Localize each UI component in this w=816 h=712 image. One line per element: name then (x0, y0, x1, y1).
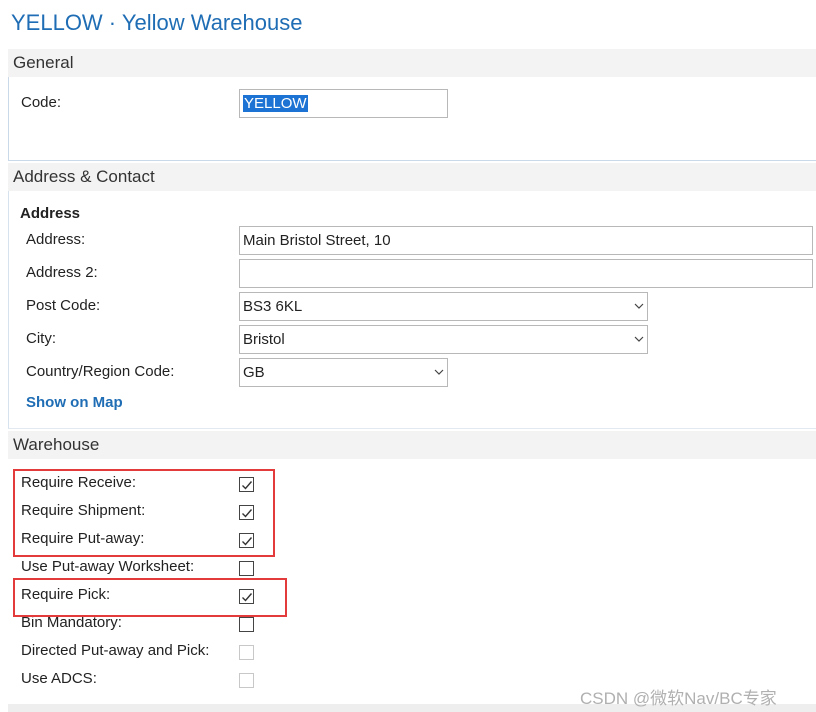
highlight-box-require-pick (13, 578, 287, 617)
show-on-map-link[interactable]: Show on Map (26, 394, 123, 411)
chevron-down-icon[interactable] (634, 302, 644, 310)
post-code-value: BS3 6KL (243, 298, 303, 315)
use-put-away-worksheet-checkbox[interactable] (239, 561, 254, 576)
chevron-down-icon[interactable] (634, 335, 644, 343)
chevron-down-icon[interactable] (434, 368, 444, 376)
post-code-label: Post Code: (26, 297, 101, 314)
post-code-select[interactable]: BS3 6KL (239, 292, 648, 321)
city-value: Bristol (243, 331, 285, 348)
address-group-label: Address (20, 205, 81, 222)
section-header-warehouse[interactable]: Warehouse (8, 431, 816, 459)
code-field[interactable]: YELLOW (239, 89, 448, 118)
country-value: GB (243, 364, 265, 381)
country-select[interactable]: GB (239, 358, 448, 387)
section-title-general: General (13, 53, 74, 72)
code-value: YELLOW (243, 95, 308, 112)
use-adcs-label: Use ADCS: (21, 670, 97, 687)
page-title: YELLOW · Yellow Warehouse (11, 10, 303, 35)
country-label: Country/Region Code: (26, 363, 175, 380)
directed-put-away-and-pick-label: Directed Put-away and Pick: (21, 642, 210, 659)
address-field[interactable]: Main Bristol Street, 10 (239, 226, 813, 255)
section-header-general[interactable]: General (8, 49, 816, 77)
directed-put-away-and-pick-checkbox (239, 645, 254, 660)
use-put-away-worksheet-label: Use Put-away Worksheet: (21, 558, 195, 575)
address-label: Address: (26, 231, 86, 248)
section-header-address-contact[interactable]: Address & Contact (8, 163, 816, 191)
address-value: Main Bristol Street, 10 (243, 232, 391, 249)
section-title-warehouse: Warehouse (13, 435, 100, 454)
section-title-address-contact: Address & Contact (13, 167, 155, 186)
highlight-box-receive-shipment-putaway (13, 469, 275, 557)
address2-field[interactable] (239, 259, 813, 288)
address2-label: Address 2: (26, 264, 98, 281)
bin-mandatory-checkbox[interactable] (239, 617, 254, 632)
code-label: Code: (21, 94, 62, 111)
use-adcs-checkbox (239, 673, 254, 688)
watermark: CSDN @微软Nav/BC专家 (580, 689, 777, 708)
city-select[interactable]: Bristol (239, 325, 648, 354)
city-label: City: (26, 330, 56, 347)
